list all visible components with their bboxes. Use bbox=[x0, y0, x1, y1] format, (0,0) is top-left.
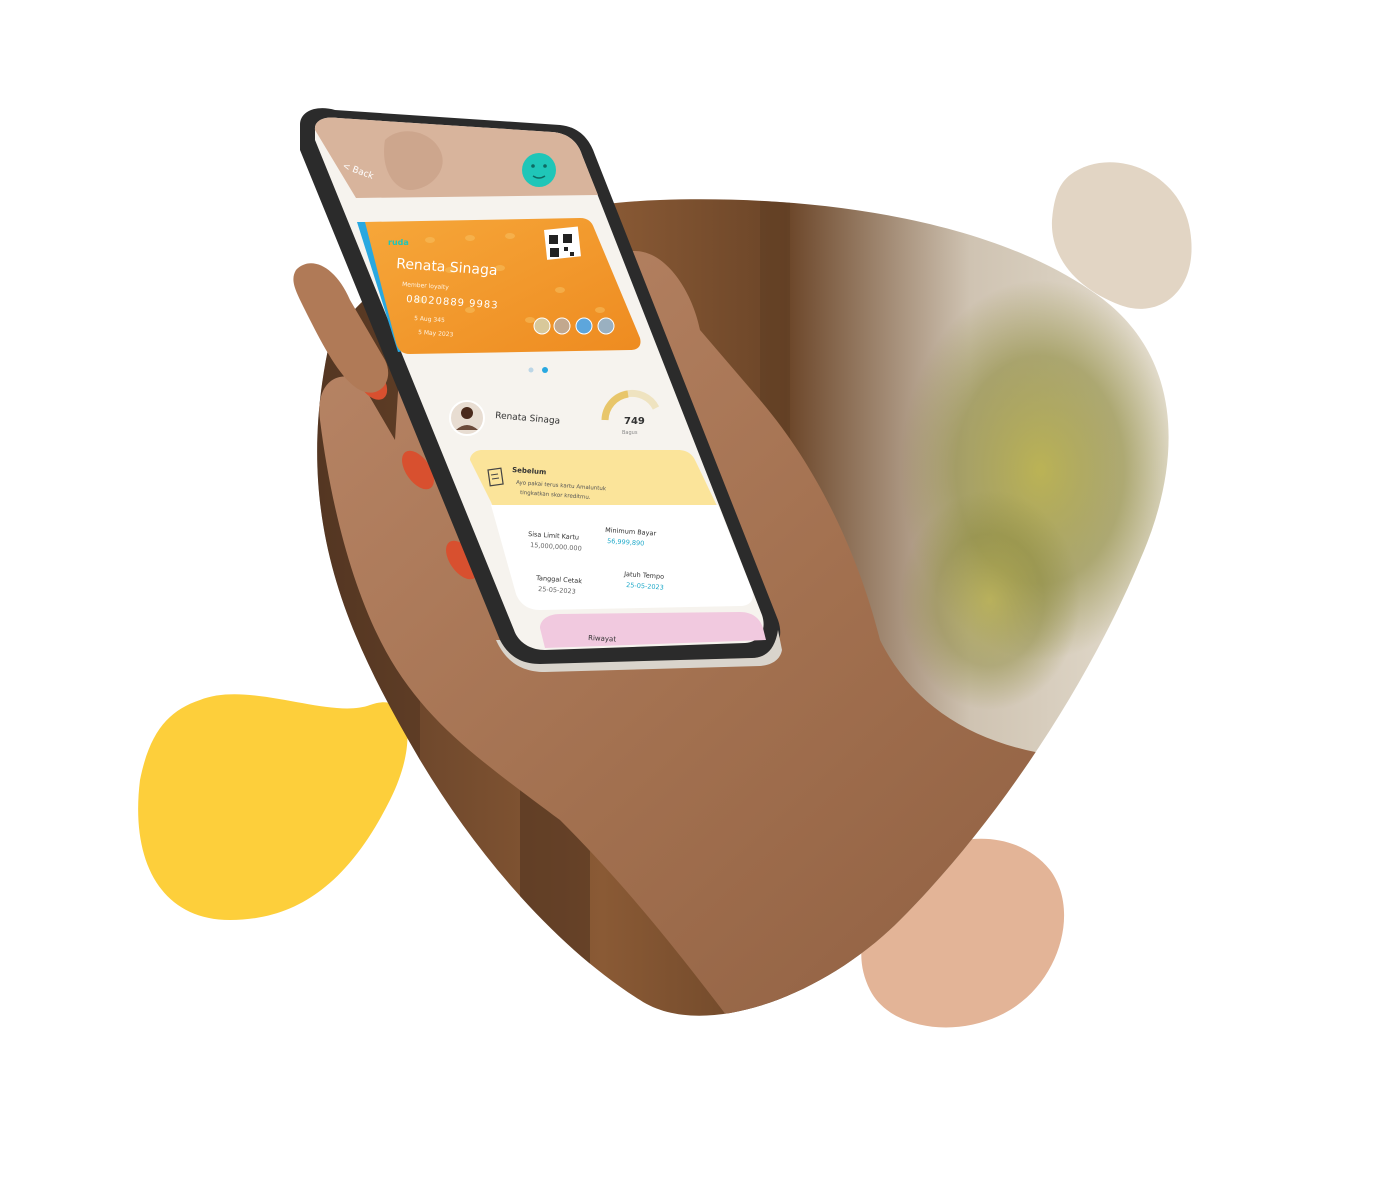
pager-dot-active[interactable] bbox=[542, 367, 548, 373]
face-eye-right bbox=[543, 164, 547, 168]
notice-panel bbox=[470, 450, 718, 512]
card-brand: ruda bbox=[388, 238, 409, 247]
credit-score-value: 749 bbox=[624, 416, 645, 427]
details-panel bbox=[491, 505, 753, 610]
yellow-blob bbox=[138, 694, 408, 920]
hero-illustration: < Back ruda Renata Sinaga Member loyalty… bbox=[138, 108, 1192, 1028]
face-icon[interactable] bbox=[522, 153, 556, 187]
history-button-label: Riwayat bbox=[588, 634, 617, 643]
face-eye-left bbox=[531, 164, 535, 168]
pager-dot[interactable] bbox=[528, 367, 534, 373]
credit-score-caption: Bagus bbox=[622, 430, 638, 436]
avatar-head bbox=[461, 407, 473, 419]
qr-code-icon bbox=[544, 226, 581, 260]
